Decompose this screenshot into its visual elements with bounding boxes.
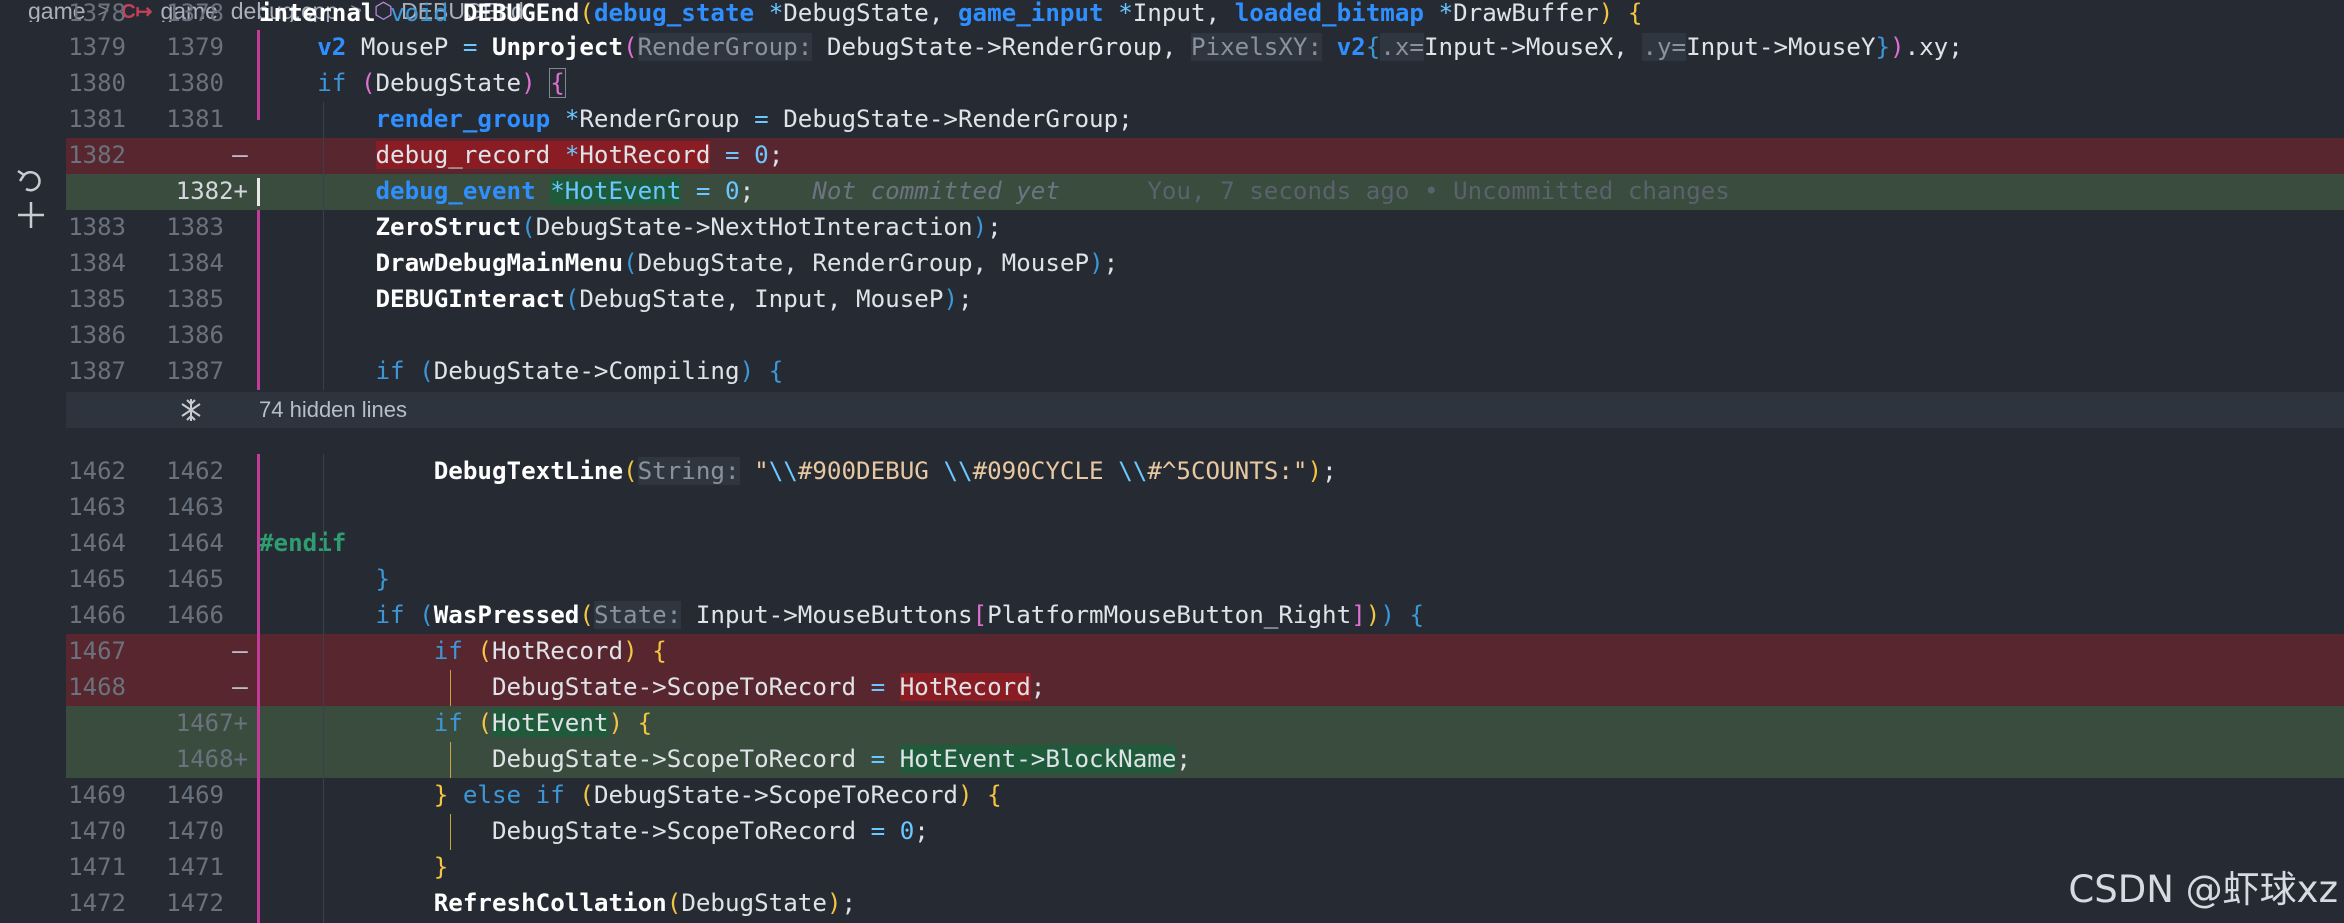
code-line: 1464 1464 #endif [66, 526, 2344, 562]
text-cursor [257, 178, 260, 206]
code-text: if (HotEvent) { [433, 709, 653, 737]
code-text: debug_record *HotRecord = 0; [375, 141, 784, 169]
code-text: if (HotRecord) { [433, 637, 667, 665]
code-line: 1471 1471 } [66, 850, 2344, 886]
inserted-line: 1467+ if (HotEvent) { [66, 706, 2344, 742]
code-text: if (WasPressed(State: Input->MouseButton… [375, 601, 1424, 629]
inserted-line: 1382+ debug_event *HotEvent = 0; Not com… [66, 174, 2344, 210]
code-line: 1463 1463 [68, 493, 224, 521]
code-text: } [375, 565, 391, 593]
plus-icon[interactable] [14, 198, 48, 232]
code-text: internal void DEBUGEnd(debug_state *Debu… [259, 0, 1643, 27]
code-text: } else if (DebugState->ScopeToRecord) { [433, 781, 1002, 809]
code-line: 1381 1381 render_group *RenderGroup = De… [66, 102, 2344, 138]
code-line: 1379 1379 v2 MouseP = Unproject(RenderGr… [66, 30, 2344, 66]
code-line: 1384 1384 DrawDebugMainMenu(DebugState, … [66, 246, 2344, 282]
code-text: if (DebugState) { [317, 68, 566, 98]
scope-guide [257, 210, 260, 390]
code-line: 1466 1466 if (WasPressed(State: Input->M… [66, 598, 2344, 634]
watermark: CSDN @虾球xz [2068, 868, 2338, 911]
unfold-icon[interactable] [178, 397, 204, 423]
code-text: DebugTextLine(String: "\\#900DEBUG \\#09… [433, 457, 1337, 485]
code-text: } [433, 853, 449, 881]
code-line: 1387 1387 if (DebugState->Compiling) { [66, 354, 2344, 390]
code-line: 1383 1383 ZeroStruct(DebugState->NextHot… [66, 210, 2344, 246]
indent-guide [450, 670, 451, 706]
code-text: DebugState->ScopeToRecord = HotRecord; [259, 673, 1046, 701]
code-text: DEBUGInteract(DebugState, Input, MouseP)… [375, 285, 973, 313]
deleted-line: 1468 — DebugState->ScopeToRecord = HotRe… [66, 670, 2344, 706]
code-text: RefreshCollation(DebugState); [433, 889, 857, 917]
indent-guide [450, 742, 451, 778]
indent-guide [450, 814, 451, 850]
inserted-line: 1468+ DebugState->ScopeToRecord = HotEve… [66, 742, 2344, 778]
diff-editor[interactable]: 1378 1378 internal void DEBUGEnd(debug_s… [66, 0, 2344, 923]
code-line: 1469 1469 } else if (DebugState->ScopeTo… [66, 778, 2344, 814]
code-text: render_group *RenderGroup = DebugState->… [375, 105, 1133, 133]
indent-guide [323, 454, 324, 923]
code-line: 1380 1380 if (DebugState) { [66, 66, 2344, 102]
code-line: 1385 1385 DEBUGInteract(DebugState, Inpu… [66, 282, 2344, 318]
code-text: DrawDebugMainMenu(DebugState, RenderGrou… [375, 249, 1119, 277]
undo-arrow-icon[interactable] [14, 163, 48, 197]
deleted-line: 1467 — if (HotRecord) { [66, 634, 2344, 670]
code-line: 1386 1386 [68, 321, 224, 349]
code-text: DebugState->ScopeToRecord = 0; [259, 817, 929, 845]
code-line: 1472 1472 RefreshCollation(DebugState); [66, 886, 2344, 922]
code-text: v2 MouseP = Unproject(RenderGroup: Debug… [317, 33, 1963, 61]
code-text: DebugState->ScopeToRecord = HotEvent->Bl… [259, 745, 1191, 773]
indent-guide [323, 102, 324, 390]
code-text: #endif [259, 529, 347, 557]
code-text: if (DebugState->Compiling) { [375, 357, 784, 385]
code-line: 1462 1462 DebugTextLine(String: "\\#900D… [66, 454, 2344, 490]
code-line: 1470 1470 DebugState->ScopeToRecord = 0; [66, 814, 2344, 850]
code-line: 1465 1465 } [66, 562, 2344, 598]
scope-guide [257, 454, 260, 923]
code-line: 1378 1378 internal void DEBUGEnd(debug_s… [66, 0, 2344, 32]
code-text: debug_event *HotEvent = 0; Not committed… [375, 177, 1730, 205]
glyph-gutter [0, 22, 66, 923]
hidden-lines-fold[interactable]: 74 hidden lines [66, 392, 2344, 428]
deleted-line: 1382 — debug_record *HotRecord = 0; [66, 138, 2344, 174]
code-text: ZeroStruct(DebugState->NextHotInteractio… [375, 213, 1002, 241]
